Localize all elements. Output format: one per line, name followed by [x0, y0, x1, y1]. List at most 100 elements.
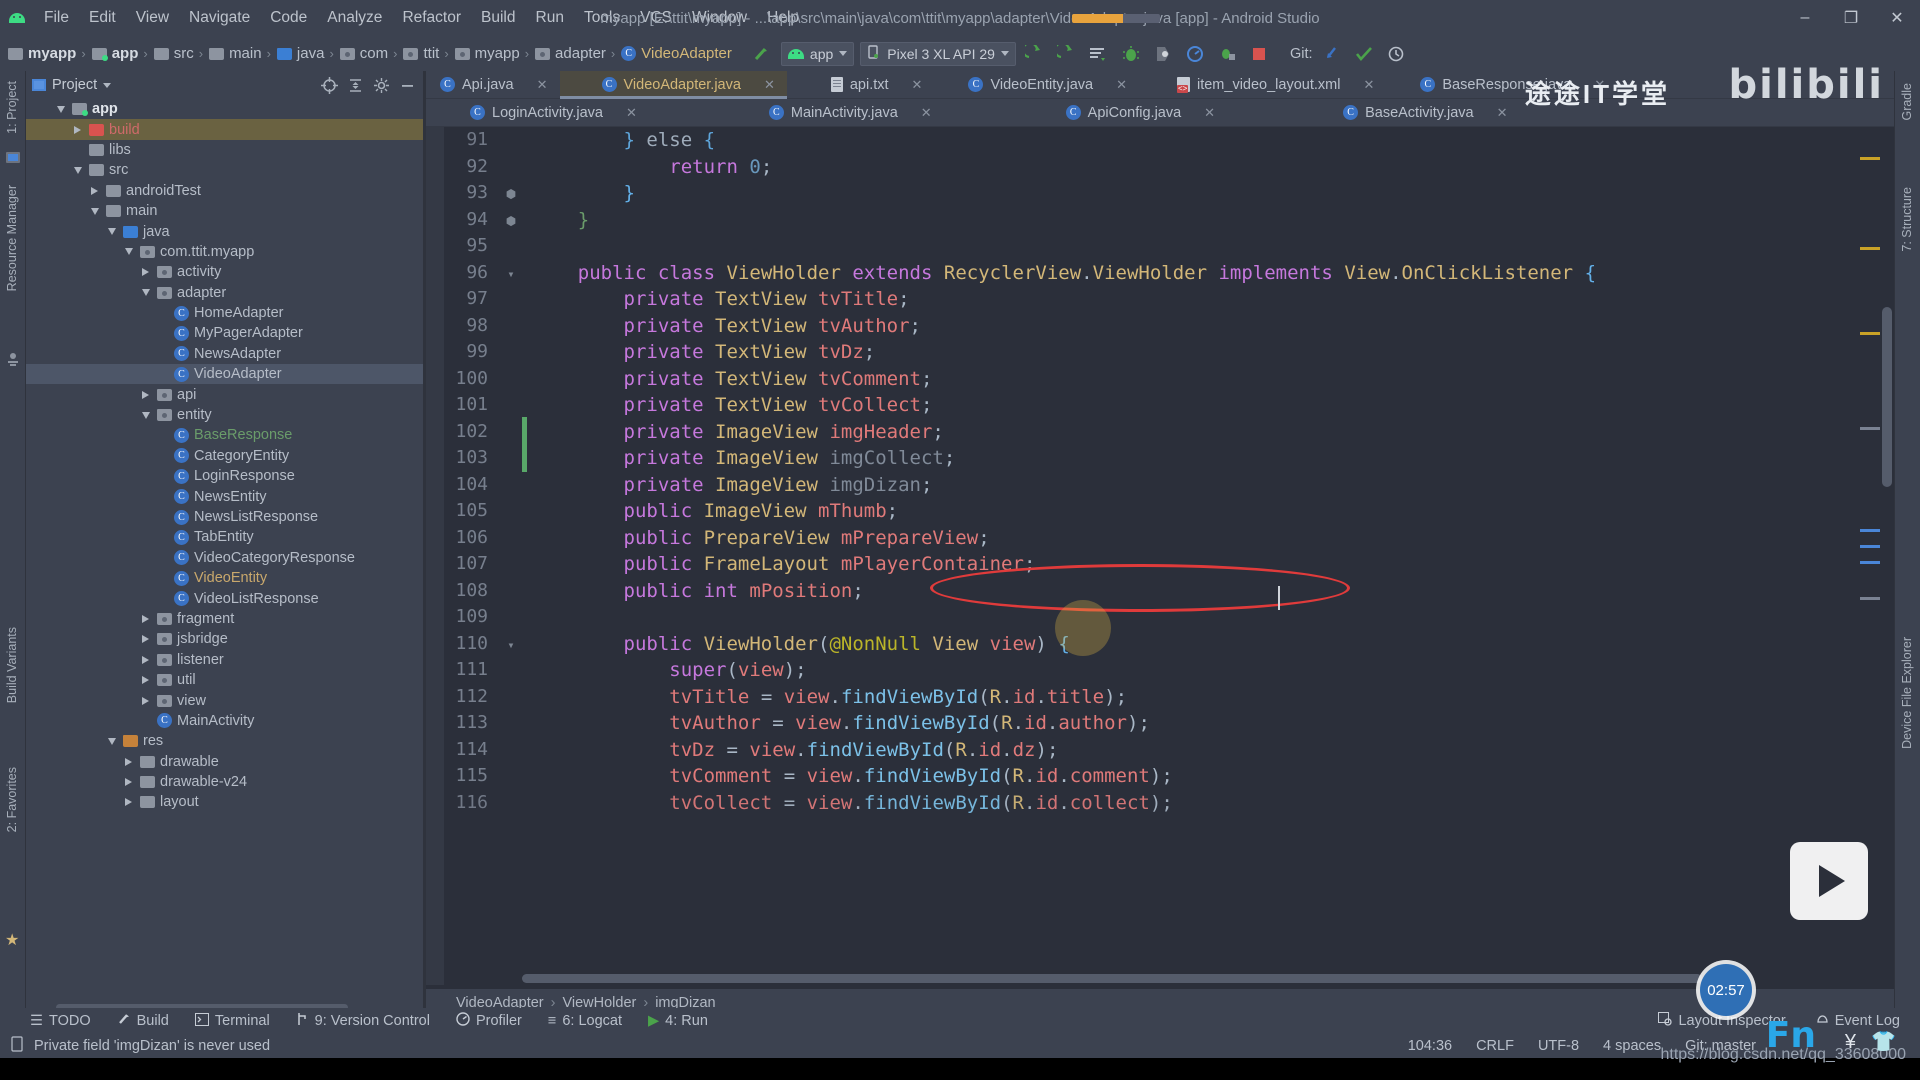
editor-vertical-scrollbar[interactable]: [1882, 307, 1892, 487]
menu-bar[interactable]: File Edit View Navigate Code Analyze Refactor B…: [34, 5, 809, 31]
close-icon[interactable]: ✕: [537, 77, 548, 93]
code-line[interactable]: 106 public PrepareView mPrepareView;: [426, 525, 1894, 552]
tool-tab-project[interactable]: 1: Project: [0, 75, 24, 140]
run-tool-button[interactable]: ▶ 4: Run: [648, 1013, 708, 1029]
menu-item-view[interactable]: View: [126, 5, 179, 31]
fold-marker-icon[interactable]: ▾: [500, 630, 522, 659]
chevron-right-icon[interactable]: [122, 796, 135, 809]
tree-item-videoadapter[interactable]: C VideoAdapter: [26, 364, 423, 385]
menu-item-file[interactable]: File: [34, 5, 79, 31]
gear-icon[interactable]: [371, 75, 391, 95]
tree-item-baseresponse[interactable]: C BaseResponse: [26, 425, 423, 445]
editor-tab-baseactivity-java[interactable]: C BaseActivity.java ✕: [1227, 99, 1519, 126]
tree-item-mainactivity[interactable]: C MainActivity: [26, 711, 423, 731]
menu-item-build[interactable]: Build: [471, 5, 525, 31]
tree-item-drawable[interactable]: drawable: [26, 752, 423, 772]
chevron-right-icon[interactable]: [122, 776, 135, 789]
chevron-down-icon[interactable]: [139, 409, 152, 422]
editor-tab-row-1[interactable]: C Api.java ✕ C VideoAdapter.java ✕ api.txt ✕ C Vi…: [426, 71, 1894, 99]
chevron-right-icon[interactable]: [139, 388, 152, 401]
module-selector[interactable]: app: [780, 41, 855, 66]
editor-tab-mainactivity-java[interactable]: C MainActivity.java ✕: [649, 99, 944, 126]
code-line[interactable]: 110 ▾ public ViewHolder(@NonNull View vie…: [426, 631, 1894, 658]
tree-item-drawable-v24[interactable]: drawable-v24: [26, 772, 423, 792]
close-button[interactable]: ✕: [1874, 0, 1920, 36]
code-line[interactable]: 113 tvAuthor = view.findViewById(R.id.au…: [426, 710, 1894, 737]
chevron-down-icon[interactable]: [122, 245, 135, 258]
fold-marker-icon[interactable]: ⬢: [500, 179, 522, 208]
chevron-right-icon[interactable]: [139, 266, 152, 279]
tool-tab-device-file-explorer[interactable]: Device File Explorer: [1895, 631, 1920, 755]
error-stripe-marker[interactable]: [1860, 597, 1880, 600]
tree-item-mypageradapter[interactable]: C MyPagerAdapter: [26, 323, 423, 343]
make-project-icon[interactable]: [749, 42, 775, 66]
code-line[interactable]: 100 private TextView tvComment;: [426, 366, 1894, 393]
tool-tab-structure[interactable]: 7: Structure: [1895, 181, 1920, 258]
tree-item-api[interactable]: api: [26, 384, 423, 404]
git-commit-icon[interactable]: [1351, 42, 1377, 66]
editor-tab-item_video_layout-xml[interactable]: item_video_layout.xml ✕: [1139, 71, 1386, 98]
code-editor[interactable]: 91 } else {92 return 0; 93 ⬢ } 94 ⬢ } 95 96 ▾ p…: [426, 127, 1894, 985]
build-tool-button[interactable]: Build: [117, 1012, 169, 1030]
project-tree[interactable]: app build libs src androidTest main java com.tt…: [26, 99, 423, 813]
code-lines[interactable]: 91 } else {92 return 0; 93 ⬢ } 94 ⬢ } 95 96 ▾ p…: [426, 127, 1894, 985]
chevron-right-icon[interactable]: [139, 612, 152, 625]
fold-marker-icon[interactable]: ▾: [500, 259, 522, 288]
tree-item-res[interactable]: res: [26, 731, 423, 751]
tree-item-newslistresponse[interactable]: C NewsListResponse: [26, 507, 423, 527]
error-stripe-marker[interactable]: [1860, 545, 1880, 548]
git-update-icon[interactable]: [1319, 42, 1345, 66]
tree-item-view[interactable]: view: [26, 690, 423, 710]
code-line[interactable]: 115 tvComment = view.findViewById(R.id.c…: [426, 763, 1894, 790]
chevron-down-icon[interactable]: [105, 735, 118, 748]
code-line[interactable]: 105 public ImageView mThumb;: [426, 498, 1894, 525]
file-encoding[interactable]: UTF-8: [1538, 1038, 1579, 1054]
menu-item-run[interactable]: Run: [526, 5, 574, 31]
profiler-icon[interactable]: [1182, 42, 1208, 66]
breadcrumb-item-videoadapter[interactable]: C VideoAdapter: [617, 43, 735, 64]
tree-item-videoentity[interactable]: C VideoEntity: [26, 568, 423, 588]
menu-item-analyze[interactable]: Analyze: [317, 5, 392, 31]
chevron-down-icon[interactable]: [139, 286, 152, 299]
breadcrumb-item-main[interactable]: main: [205, 43, 265, 64]
close-icon[interactable]: ✕: [764, 77, 775, 93]
chevron-right-icon[interactable]: [139, 674, 152, 687]
tree-item-app[interactable]: app: [26, 99, 423, 119]
code-line[interactable]: 107 public FrameLayout mPlayerContainer;: [426, 551, 1894, 578]
left-tool-strip[interactable]: 1: Project Resource Manager Build Varian…: [0, 71, 26, 1017]
breadcrumb[interactable]: myapp › app › src › main › java › com › ttit › myapp › a…: [4, 43, 735, 64]
tree-item-newsadapter[interactable]: C NewsAdapter: [26, 344, 423, 364]
main-toolbar[interactable]: app Pixel 3 XL API 29 Git:: [749, 41, 1409, 66]
debug-icon[interactable]: [1118, 42, 1144, 66]
scroll-from-source-icon[interactable]: [319, 75, 339, 95]
indent-setting[interactable]: 4 spaces: [1603, 1038, 1661, 1054]
tree-item-activity[interactable]: activity: [26, 262, 423, 282]
tree-item-layout[interactable]: layout: [26, 792, 423, 812]
editor-tab-api-java[interactable]: C Api.java ✕: [426, 71, 560, 98]
hide-panel-icon[interactable]: [397, 75, 417, 95]
todo-tool-button[interactable]: ☰ TODO: [30, 1013, 91, 1029]
profiler-tool-button[interactable]: Profiler: [456, 1012, 522, 1030]
tree-item-tabentity[interactable]: C TabEntity: [26, 527, 423, 547]
close-icon[interactable]: ✕: [1363, 77, 1374, 93]
terminal-tool-button[interactable]: Terminal: [194, 1012, 270, 1030]
code-line[interactable]: 99 private TextView tvDz;: [426, 339, 1894, 366]
chevron-down-icon[interactable]: [103, 82, 112, 88]
code-line[interactable]: 95: [426, 233, 1894, 260]
right-tool-strip[interactable]: Gradle 7: Structure Device File Explorer: [1894, 71, 1920, 1017]
version-control-tool-button[interactable]: 9: Version Control: [296, 1012, 430, 1030]
code-line[interactable]: 116 tvCollect = view.findViewById(R.id.c…: [426, 790, 1894, 817]
code-line[interactable]: 109: [426, 604, 1894, 631]
tree-item-categoryentity[interactable]: C CategoryEntity: [26, 446, 423, 466]
close-icon[interactable]: ✕: [1116, 77, 1127, 93]
menu-item-vcs[interactable]: VCS: [630, 5, 682, 31]
breadcrumb-item-com[interactable]: com: [336, 43, 391, 64]
close-icon[interactable]: ✕: [626, 105, 637, 121]
tree-item-adapter[interactable]: adapter: [26, 283, 423, 303]
breadcrumb-item-myapp[interactable]: myapp: [4, 43, 79, 64]
chevron-down-icon[interactable]: [71, 164, 84, 177]
chevron-right-icon[interactable]: [71, 123, 84, 136]
tree-item-listener[interactable]: listener: [26, 650, 423, 670]
chevron-down-icon[interactable]: [88, 205, 101, 218]
editor-tab-videoadapter-java[interactable]: C VideoAdapter.java ✕: [559, 71, 788, 99]
